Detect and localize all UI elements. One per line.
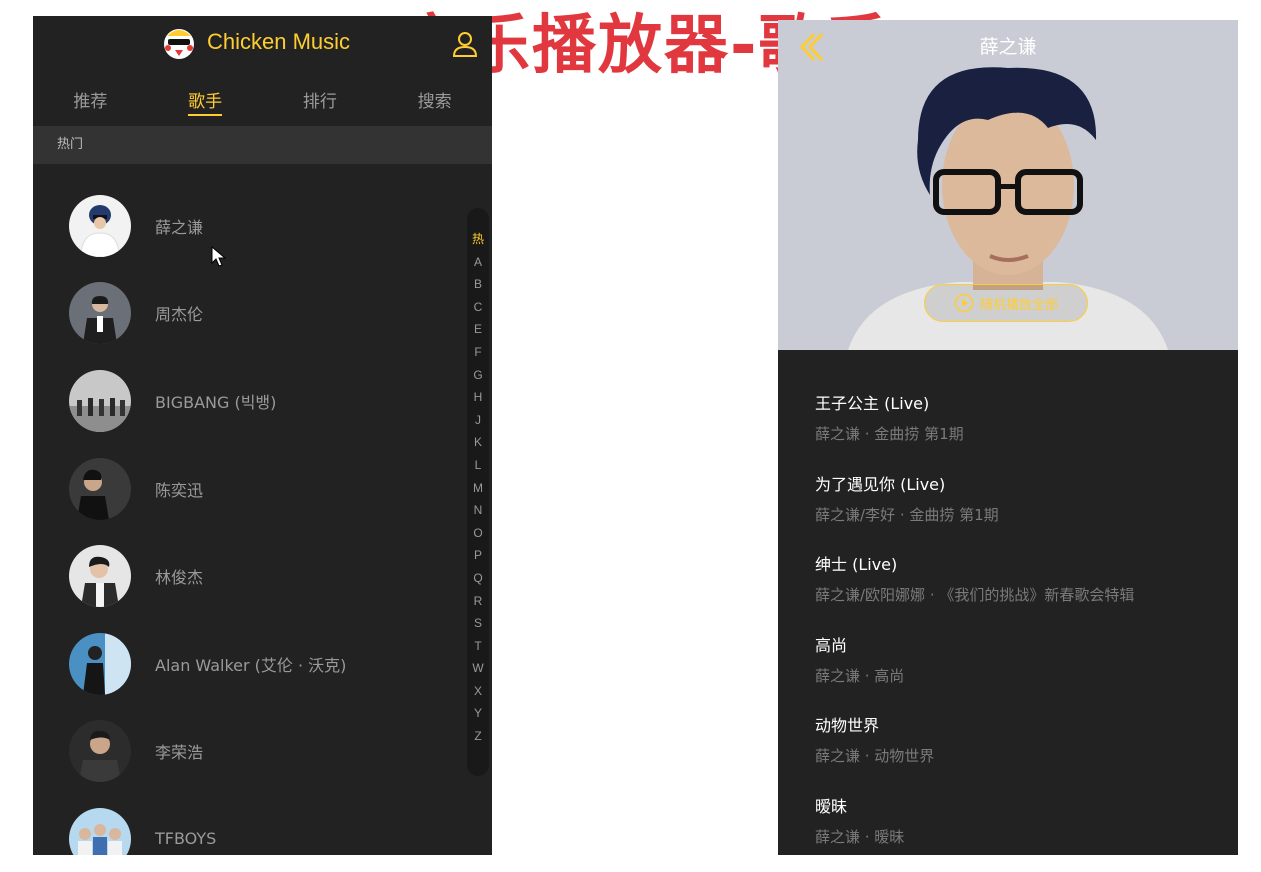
song-name: 为了遇见你 (Live)	[815, 474, 946, 494]
shortcut-item[interactable]: C	[467, 296, 489, 319]
shortcut-item[interactable]: T	[467, 635, 489, 658]
song-item[interactable]: 暧昧 薛之谦 · 暧昧	[815, 779, 1238, 855]
song-item[interactable]: 高尚 薛之谦 · 高尚	[815, 618, 1238, 699]
singer-item[interactable]: 陈奕迅	[33, 445, 492, 533]
app-logo: Chicken Music	[159, 22, 350, 62]
tab-search[interactable]: 搜索	[377, 72, 492, 126]
song-name: 王子公主 (Live)	[815, 394, 930, 413]
song-name: 暧昧	[815, 796, 848, 816]
shortcut-item[interactable]: O	[467, 522, 489, 545]
singer-item[interactable]: Alan Walker (艾伦 · 沃克)	[33, 620, 492, 708]
singer-avatar	[69, 194, 131, 257]
singer-list: 薛之谦 周杰伦 BIGBANG (빅뱅) 陈奕迅 林俊杰 Alan Walker…	[33, 182, 492, 855]
song-item[interactable]: 为了遇见你 (Live) 薛之谦/李好 · 金曲捞 第1期	[815, 457, 1238, 538]
shortcut-item[interactable]: J	[467, 409, 489, 432]
shortcut-item[interactable]: A	[467, 251, 489, 274]
shortcut-item[interactable]: Z	[467, 725, 489, 748]
singer-name: Alan Walker (艾伦 · 沃克)	[155, 655, 347, 675]
shortcut-item[interactable]: M	[467, 477, 489, 500]
singer-name: 薛之谦	[155, 217, 204, 237]
group-title: 热门	[33, 126, 492, 164]
singer-item[interactable]: BIGBANG (빅뱅)	[33, 357, 492, 445]
shortcut-item[interactable]: N	[467, 499, 489, 522]
singer-item[interactable]: TFBOYS	[33, 795, 492, 855]
shortcut-item[interactable]: S	[467, 612, 489, 635]
random-play-all-label: 随机播放全部	[979, 297, 1058, 313]
singer-item[interactable]: 林俊杰	[33, 532, 492, 620]
song-item[interactable]: 动物世界 薛之谦 · 动物世界	[815, 698, 1238, 779]
singer-name: 周杰伦	[155, 305, 204, 325]
shortcut-item[interactable]: Y	[467, 702, 489, 725]
song-item[interactable]: 绅士 (Live) 薛之谦/欧阳娜娜 · 《我们的挑战》新春歌会特辑	[815, 537, 1238, 618]
shortcut-item[interactable]: E	[467, 318, 489, 341]
singer-avatar	[69, 632, 131, 695]
tab-recommend[interactable]: 推荐	[33, 72, 148, 126]
song-name: 高尚	[815, 635, 848, 655]
singer-name: 李荣浩	[155, 743, 204, 763]
singer-name: BIGBANG (빅뱅)	[155, 392, 277, 412]
song-name: 动物世界	[815, 716, 880, 736]
singer-name: 林俊杰	[155, 568, 204, 588]
singer-avatar	[69, 282, 131, 345]
singer-item[interactable]: 周杰伦	[33, 270, 492, 358]
shortcut-item[interactable]: Q	[467, 567, 489, 590]
singer-item[interactable]: 薛之谦	[33, 182, 492, 270]
play-circle-icon	[954, 293, 974, 313]
shortcut-item[interactable]: R	[467, 590, 489, 613]
tab-bar: 推荐 歌手 排行 搜索	[33, 72, 492, 126]
song-desc: 薛之谦/欧阳娜娜 · 《我们的挑战》新春歌会特辑	[815, 586, 1135, 605]
song-desc: 薛之谦 · 高尚	[815, 666, 905, 685]
app-title: Chicken Music	[207, 29, 351, 54]
singer-name: TFBOYS	[155, 829, 217, 849]
singer-bg-image: 薛之谦 随机播放全部	[778, 20, 1238, 350]
shortcut-item[interactable]: L	[467, 454, 489, 477]
shortcut-item[interactable]: P	[467, 544, 489, 567]
song-list: 王子公主 (Live) 薛之谦 · 金曲捞 第1期 为了遇见你 (Live) 薛…	[778, 350, 1238, 855]
shortcut-item[interactable]: B	[467, 273, 489, 296]
song-desc: 薛之谦 · 动物世界	[815, 747, 935, 766]
user-icon[interactable]	[452, 30, 478, 58]
shortcut-item[interactable]: X	[467, 680, 489, 703]
singer-name: 陈奕迅	[155, 480, 204, 500]
singer-avatar	[69, 720, 131, 783]
shortcut-item[interactable]: G	[467, 364, 489, 387]
singer-avatar	[69, 807, 131, 855]
singer-avatar	[69, 545, 131, 608]
shortcut-item[interactable]: 热	[467, 228, 489, 251]
song-desc: 薛之谦 · 暧昧	[815, 827, 905, 846]
singer-detail-screen: 薛之谦 随机播放全部 王子公主 (Live) 薛之谦 · 金曲捞 第1期 为了遇…	[778, 20, 1238, 855]
singer-avatar	[69, 457, 131, 520]
app-header: Chicken Music	[33, 16, 492, 72]
song-item[interactable]: 王子公主 (Live) 薛之谦 · 金曲捞 第1期	[815, 376, 1238, 457]
random-play-all-button[interactable]: 随机播放全部	[924, 284, 1088, 322]
singer-avatar	[69, 369, 131, 432]
song-name: 绅士 (Live)	[815, 555, 898, 575]
shortcut-index-bar[interactable]: 热 A B C E F G H J K L M N O P Q R S T W …	[467, 208, 489, 776]
mouse-cursor-icon	[211, 246, 227, 267]
shortcut-item[interactable]: H	[467, 386, 489, 409]
singer-list-screen: Chicken Music 推荐 歌手 排行 搜索 热门 薛之谦 周杰伦 BIG…	[33, 16, 492, 855]
tab-singer[interactable]: 歌手	[148, 72, 263, 126]
shortcut-item[interactable]: K	[467, 431, 489, 454]
shortcut-item[interactable]: F	[467, 341, 489, 364]
singer-detail-title: 薛之谦	[979, 36, 1037, 58]
song-desc: 薛之谦/李好 · 金曲捞 第1期	[815, 505, 999, 524]
chicken-logo-icon	[164, 29, 194, 59]
singer-item[interactable]: 李荣浩	[33, 708, 492, 796]
shortcut-item[interactable]: W	[467, 657, 489, 680]
tab-rank[interactable]: 排行	[263, 72, 378, 126]
song-desc: 薛之谦 · 金曲捞 第1期	[815, 425, 964, 443]
